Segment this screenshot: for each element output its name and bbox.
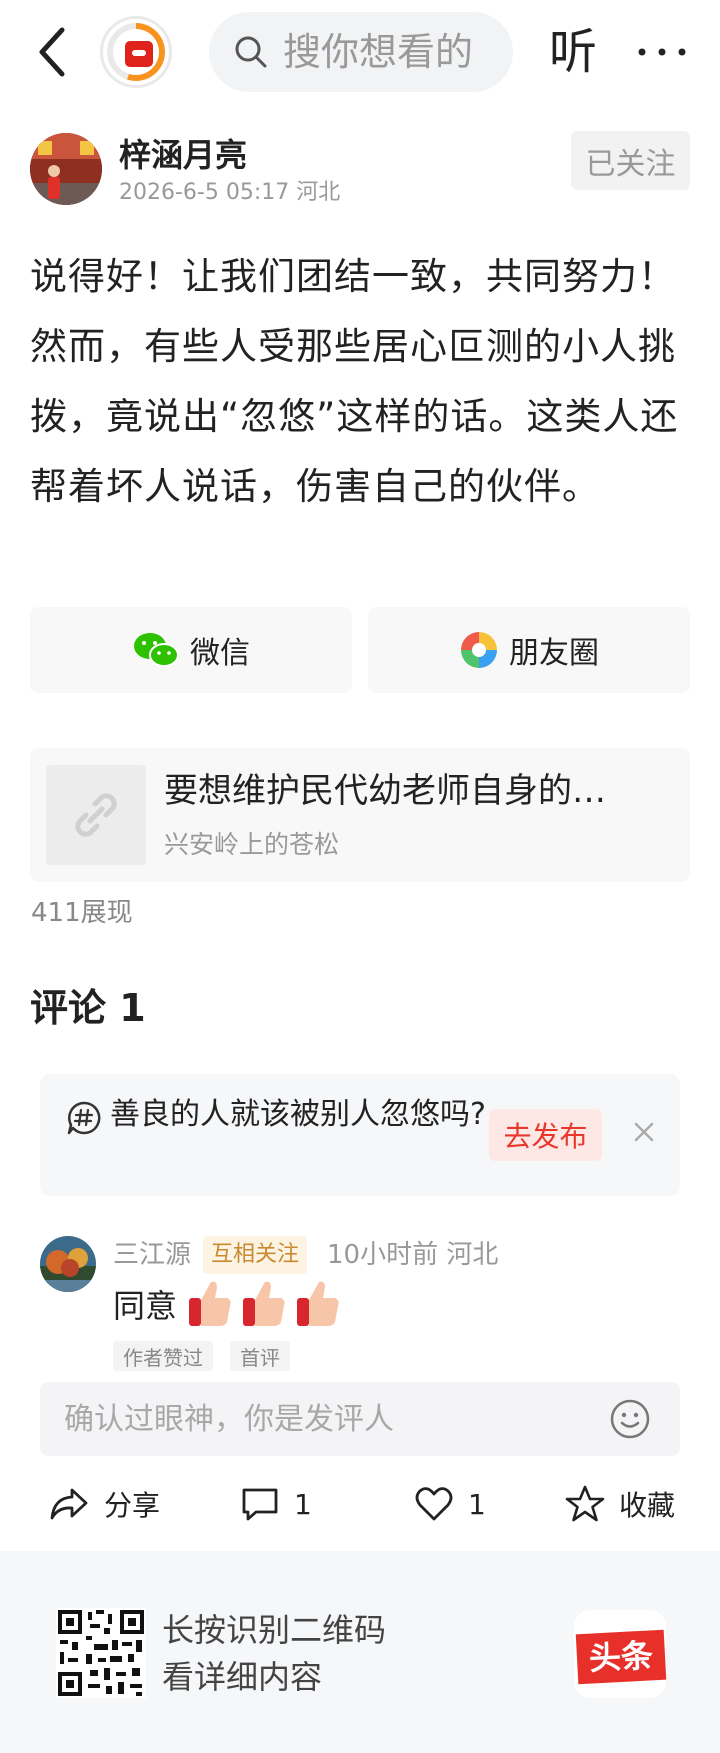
link-author: 兴安岭上的苍松 <box>164 830 340 859</box>
search-icon <box>235 36 267 68</box>
avatar-image <box>40 1236 96 1292</box>
thumbs-up-icon <box>243 1281 285 1326</box>
comment-input[interactable] <box>64 1394 604 1444</box>
like-action[interactable]: 1 <box>414 1478 486 1530</box>
post-body: 说得好！让我们团结一致，共同努力！然而，有些人受那些居心叵测的小人挑拨，竟说出“… <box>30 255 679 508</box>
search-box[interactable] <box>209 12 513 92</box>
comment-bubble-icon <box>242 1488 278 1521</box>
author-liked-tag: 作者赞过 <box>113 1341 213 1371</box>
thumbs-up-emojis <box>187 1278 341 1330</box>
linked-article-card[interactable]: 要想维护民代幼老师自身的… 兴安岭上的苍松 <box>30 748 690 882</box>
comment-time: 10小时前 河北 <box>327 1240 499 1270</box>
star-icon <box>565 1485 605 1522</box>
close-icon[interactable] <box>630 1118 658 1146</box>
footer-qr-banner: 长按识别二维码 看详细内容 头条 <box>0 1551 720 1753</box>
toutiao-logo: 头条 <box>574 1610 667 1698</box>
link-thumbnail <box>46 765 146 865</box>
share-wechat-label: 微信 <box>190 636 250 671</box>
publish-button[interactable]: 去发布 <box>489 1109 602 1161</box>
share-moments-button[interactable]: 朋友圈 <box>368 607 690 693</box>
qr-code-icon[interactable] <box>56 1608 146 1698</box>
author-name[interactable]: 梓涵月亮 <box>119 133 247 177</box>
comment-input-box[interactable] <box>40 1382 680 1456</box>
comments-heading: 评论 1 <box>30 986 146 1030</box>
link-title: 要想维护民代幼老师自身的… <box>164 771 606 811</box>
comment-count: 1 <box>294 1487 312 1521</box>
share-wechat-button[interactable]: 微信 <box>30 607 352 693</box>
author-avatar[interactable] <box>30 133 102 205</box>
share-moments-label: 朋友圈 <box>509 636 599 671</box>
like-count: 1 <box>468 1487 486 1521</box>
emoji-icon[interactable] <box>609 1398 651 1440</box>
qr-instruction: 长按识别二维码 <box>162 1611 387 1649</box>
commenter-avatar[interactable] <box>40 1236 96 1292</box>
share-arrow-icon <box>50 1488 88 1520</box>
link-icon <box>75 793 117 837</box>
app-logo[interactable] <box>100 16 172 88</box>
comment-action[interactable]: 1 <box>240 1478 312 1530</box>
thumbs-up-icon <box>297 1281 339 1326</box>
more-button[interactable] <box>632 22 692 82</box>
listen-button[interactable]: 听 <box>549 20 597 84</box>
search-input[interactable] <box>283 26 503 78</box>
topic-text: 善良的人就该被别人忽悠吗? <box>110 1097 486 1132</box>
follow-button[interactable]: 已关注 <box>571 131 690 190</box>
topic-prompt-card: 善良的人就该被别人忽悠吗? 去发布 <box>40 1074 680 1196</box>
favorite-label: 收藏 <box>619 1489 676 1522</box>
back-button[interactable] <box>30 22 80 82</box>
post-meta: 2026-6-5 05:17 河北 <box>119 180 341 205</box>
first-comment-tag: 首评 <box>230 1341 290 1371</box>
thumbs-up-icon <box>189 1281 231 1326</box>
toutiao-logo-text: 头条 <box>575 1629 667 1685</box>
mutual-follow-badge: 互相关注 <box>203 1236 308 1274</box>
comment-text: 同意 <box>113 1287 178 1325</box>
commenter-name[interactable]: 三江源 <box>113 1237 191 1273</box>
share-label: 分享 <box>104 1489 161 1522</box>
moments-icon <box>461 632 497 668</box>
share-action[interactable]: 分享 <box>48 1478 160 1530</box>
top-bar: 听 <box>0 0 720 110</box>
qr-subtitle: 看详细内容 <box>162 1658 323 1696</box>
more-dots-icon <box>638 48 686 56</box>
favorite-action[interactable]: 收藏 <box>565 1478 675 1530</box>
avatar-image <box>30 133 102 205</box>
red-envelope-icon <box>125 41 153 67</box>
heart-icon <box>415 1487 453 1521</box>
chevron-left-icon <box>39 27 65 77</box>
wechat-icon <box>134 633 179 667</box>
view-count: 411展现 <box>31 898 133 928</box>
